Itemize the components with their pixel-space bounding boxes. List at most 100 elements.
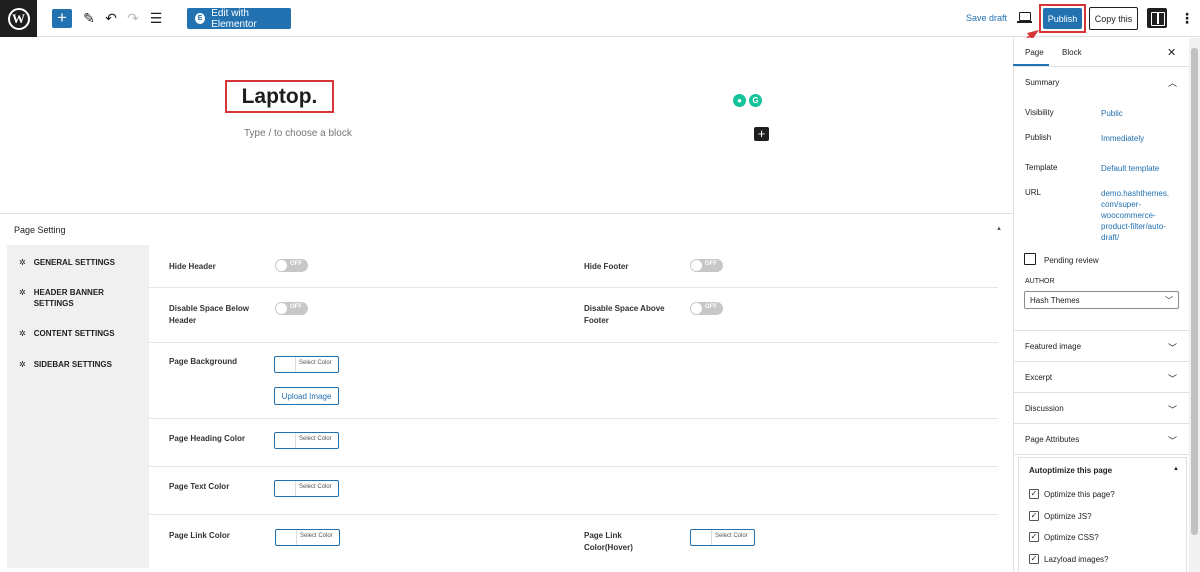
tab-page[interactable]: Page	[1025, 48, 1044, 57]
list-view-icon[interactable]: ☰	[148, 10, 164, 26]
copy-this-button[interactable]: Copy this	[1089, 7, 1138, 30]
pencil-icon[interactable]: ✎	[81, 10, 97, 26]
row-divider	[149, 466, 998, 467]
nav-header-banner-settings[interactable]: ✲ HEADER BANNER SETTINGS	[19, 287, 119, 309]
settings-toggle-icon[interactable]	[1147, 8, 1167, 28]
divider	[1014, 392, 1189, 393]
row-divider	[149, 514, 998, 515]
chevron-up-icon[interactable]: ︿	[1168, 76, 1177, 89]
disable-space-above-label: Disable Space Above Footer	[584, 304, 665, 325]
page-heading-color-label: Page Heading Color	[169, 434, 246, 443]
editor-canvas	[0, 38, 1013, 213]
lazyload-images-checkbox[interactable]: ✓	[1029, 554, 1039, 564]
optimize-page-checkbox[interactable]: ✓	[1029, 489, 1039, 499]
author-select[interactable]: Hash Themes ﹀	[1024, 291, 1179, 309]
page-title[interactable]: Laptop.	[225, 80, 334, 113]
page-text-color-label: Page Text Color	[169, 482, 230, 491]
hide-footer-label: Hide Footer	[584, 262, 629, 271]
panel-discussion[interactable]: Discussion	[1025, 404, 1064, 413]
url-value[interactable]: demo.hashthemes.com/super-woocommerce-pr…	[1101, 188, 1173, 243]
chevron-down-icon[interactable]: ﹀	[1168, 434, 1177, 447]
pending-review-label: Pending review	[1044, 256, 1099, 265]
upload-image-button[interactable]: Upload Image	[274, 387, 339, 405]
divider	[1014, 330, 1189, 331]
bulb-icon[interactable]: ●	[733, 94, 746, 107]
optimize-page-label: Optimize this page?	[1044, 490, 1115, 499]
tab-block[interactable]: Block	[1062, 48, 1082, 57]
divider	[1014, 66, 1189, 67]
pending-review-checkbox[interactable]	[1024, 253, 1036, 265]
optimize-js-checkbox[interactable]: ✓	[1029, 511, 1039, 521]
optimize-css-checkbox[interactable]: ✓	[1029, 532, 1039, 542]
metabox-title: Page Setting	[14, 225, 66, 235]
undo-icon[interactable]: ↶	[103, 10, 119, 26]
more-options-icon[interactable]: ⋮	[1180, 9, 1194, 27]
chevron-down-icon[interactable]: ﹀	[1168, 341, 1177, 354]
lazyload-images-label: Lazyload images?	[1044, 555, 1109, 564]
divider	[1014, 361, 1189, 362]
page-setting-metabox: Page Setting ▲ ✲ GENERAL SETTINGS ✲ HEAD…	[0, 213, 1013, 572]
optimize-css-label: Optimize CSS?	[1044, 533, 1099, 542]
row-divider	[149, 342, 998, 343]
wordpress-logo-icon[interactable]: W	[0, 0, 37, 37]
page-link-hover-label: Page Link Color(Hover)	[584, 531, 633, 552]
page-heading-color-button[interactable]: Select Color	[274, 432, 339, 449]
visibility-label: Visibility	[1025, 108, 1054, 117]
gear-icon: ✲	[19, 360, 26, 369]
close-icon[interactable]: ✕	[1167, 46, 1176, 59]
hide-footer-toggle[interactable]: OFF	[690, 259, 723, 272]
nav-general-settings[interactable]: ✲ GENERAL SETTINGS	[19, 257, 115, 268]
page-link-color-button[interactable]: Select Color	[275, 529, 340, 546]
chevron-down-icon[interactable]: ﹀	[1168, 403, 1177, 416]
collapse-arrow-icon[interactable]: ▲	[996, 226, 1002, 232]
row-divider	[149, 418, 998, 419]
gear-icon: ✲	[19, 329, 26, 338]
block-inserter-button[interactable]: +	[754, 127, 769, 141]
save-draft-button[interactable]: Save draft	[966, 13, 1007, 23]
panel-excerpt[interactable]: Excerpt	[1025, 373, 1052, 382]
divider	[1014, 454, 1189, 455]
summary-title[interactable]: Summary	[1025, 78, 1059, 87]
gear-icon: ✲	[19, 258, 26, 267]
sidebar-scrollbar[interactable]	[1189, 38, 1200, 572]
visibility-value[interactable]: Public	[1101, 108, 1123, 119]
elementor-icon: E	[195, 13, 206, 24]
disable-space-above-toggle[interactable]: OFF	[690, 302, 723, 315]
autoptimize-title: Autoptimize this page	[1029, 466, 1113, 475]
template-label: Template	[1025, 163, 1058, 172]
disable-space-below-toggle[interactable]: OFF	[275, 302, 308, 315]
chevron-down-icon: ﹀	[1165, 296, 1173, 305]
collapse-arrow-icon[interactable]: ▲	[1173, 466, 1179, 472]
hide-header-toggle[interactable]: OFF	[275, 259, 308, 272]
template-value[interactable]: Default template	[1101, 163, 1159, 174]
edit-with-elementor-button[interactable]: E Edit with Elementor	[187, 8, 291, 30]
gear-icon: ✲	[19, 288, 26, 297]
nav-content-settings[interactable]: ✲ CONTENT SETTINGS	[19, 328, 115, 339]
author-label: AUTHOR	[1025, 278, 1055, 285]
divider	[1014, 423, 1189, 424]
panel-page-attributes[interactable]: Page Attributes	[1025, 435, 1079, 444]
preview-icon[interactable]	[1017, 12, 1032, 23]
chevron-down-icon[interactable]: ﹀	[1168, 372, 1177, 385]
publish-label: Publish	[1025, 133, 1052, 142]
panel-featured-image[interactable]: Featured image	[1025, 342, 1081, 351]
publish-value[interactable]: Immediately	[1101, 133, 1144, 144]
hide-header-label: Hide Header	[169, 262, 216, 271]
optimize-js-label: Optimize JS?	[1044, 512, 1092, 521]
disable-space-below-label: Disable Space Below Header	[169, 304, 250, 325]
redo-icon[interactable]: ↷	[125, 10, 141, 26]
page-text-color-button[interactable]: Select Color	[274, 480, 339, 497]
row-divider	[149, 287, 998, 288]
nav-sidebar-settings[interactable]: ✲ SIDEBAR SETTINGS	[19, 359, 112, 370]
page-background-label: Page Background	[169, 357, 238, 366]
url-label: URL	[1025, 188, 1042, 197]
page-link-hover-color-button[interactable]: Select Color	[690, 529, 755, 546]
add-block-button[interactable]: +	[52, 9, 72, 28]
publish-button[interactable]: Publish	[1043, 8, 1082, 29]
block-placeholder[interactable]: Type / to choose a block	[244, 128, 352, 139]
grammarly-widget[interactable]: ● G	[733, 94, 765, 107]
page-setting-nav: ✲ GENERAL SETTINGS ✲ HEADER BANNER SETTI…	[7, 245, 149, 568]
grammarly-icon[interactable]: G	[749, 94, 762, 107]
page-link-color-label: Page Link Color	[169, 531, 230, 540]
page-background-color-button[interactable]: Select Color	[274, 356, 339, 373]
